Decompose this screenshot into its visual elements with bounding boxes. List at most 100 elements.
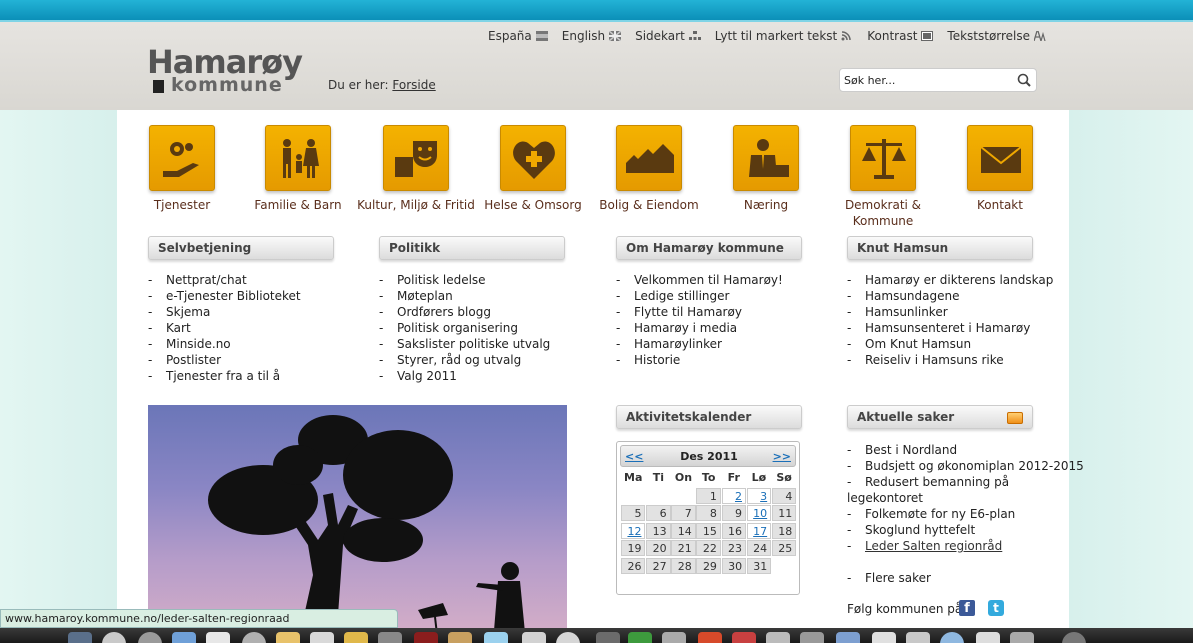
- category-tile[interactable]: [265, 125, 331, 191]
- list-item[interactable]: - Flytte til Hamarøy: [616, 304, 783, 320]
- calendar-day-link[interactable]: 17: [746, 522, 772, 539]
- list-item[interactable]: - Hamsundagene: [847, 288, 1053, 304]
- category-tile[interactable]: [616, 125, 682, 191]
- dock-app-icon[interactable]: [976, 632, 1000, 643]
- list-item[interactable]: - Skoglund hyttefelt: [847, 522, 1084, 538]
- dock-app-icon[interactable]: [906, 632, 930, 643]
- category-demokrati[interactable]: Demokrati & Kommune: [823, 125, 943, 229]
- category-tile[interactable]: [500, 125, 566, 191]
- dock-app-icon[interactable]: [378, 632, 402, 643]
- nav-english[interactable]: English: [562, 28, 622, 44]
- list-item[interactable]: - Best i Nordland: [847, 442, 1084, 458]
- list-item[interactable]: - Hamarøylinker: [616, 336, 783, 352]
- list-item[interactable]: - Hamsunlinker: [847, 304, 1053, 320]
- category-bolig[interactable]: Bolig & Eiendom: [589, 125, 709, 213]
- dock-app-icon[interactable]: [698, 632, 722, 643]
- dock-app-icon[interactable]: [242, 632, 266, 643]
- list-item[interactable]: - Postlister: [148, 352, 301, 368]
- dock-app-icon[interactable]: [800, 632, 824, 643]
- list-item[interactable]: - Politisk ledelse: [379, 272, 550, 288]
- dock-app-icon[interactable]: [310, 632, 334, 643]
- list-item[interactable]: - Velkommen til Hamarøy!: [616, 272, 783, 288]
- list-item[interactable]: - Hamarøy er dikterens landskap: [847, 272, 1053, 288]
- dock-app-icon[interactable]: [522, 632, 546, 643]
- facebook-icon[interactable]: f: [959, 600, 975, 616]
- list-item[interactable]: - Styrer, råd og utvalg: [379, 352, 550, 368]
- calendar-day: 26: [621, 557, 646, 574]
- list-item[interactable]: - Hamarøy i media: [616, 320, 783, 336]
- site-logo[interactable]: Hamarøy kommune: [147, 46, 309, 96]
- list-item[interactable]: - Reiseliv i Hamsuns rike: [847, 352, 1053, 368]
- more-news-link[interactable]: - Flere saker: [847, 570, 1084, 586]
- category-tile[interactable]: [383, 125, 449, 191]
- dock-app-icon[interactable]: [662, 632, 686, 643]
- rss-icon[interactable]: [1007, 412, 1023, 424]
- dock-app-icon[interactable]: [940, 632, 964, 643]
- twitter-icon[interactable]: t: [988, 600, 1004, 616]
- dock-app-icon[interactable]: [484, 632, 508, 643]
- dock-app-icon[interactable]: [596, 632, 620, 643]
- list-item[interactable]: - e-Tjenester Biblioteket: [148, 288, 301, 304]
- list-item[interactable]: - Nettprat/chat: [148, 272, 301, 288]
- list-item[interactable]: - Tjenester fra a til å: [148, 368, 301, 384]
- feature-photo[interactable]: [148, 405, 567, 643]
- category-tile[interactable]: [733, 125, 799, 191]
- list-item[interactable]: - Møteplan: [379, 288, 550, 304]
- calendar-next-link[interactable]: >>: [773, 450, 791, 463]
- dock-app-icon[interactable]: [872, 632, 896, 643]
- list-item[interactable]: - Minside.no: [148, 336, 301, 352]
- list-item[interactable]: - Redusert bemanning på: [847, 474, 1084, 490]
- list-item[interactable]: - Leder Salten regionråd: [847, 538, 1084, 554]
- list-item[interactable]: - Ordførers blogg: [379, 304, 550, 320]
- category-kontakt[interactable]: Kontakt: [940, 125, 1060, 213]
- dock-app-icon[interactable]: [836, 632, 860, 643]
- nav-lytt[interactable]: Lytt til markert tekst: [715, 28, 853, 44]
- nav-sidekart[interactable]: Sidekart: [635, 28, 701, 44]
- category-kultur[interactable]: Kultur, Miljø & Fritid: [356, 125, 476, 213]
- search-input[interactable]: [844, 72, 1014, 88]
- dock-app-icon[interactable]: [1010, 632, 1034, 643]
- category-tile[interactable]: [149, 125, 215, 191]
- dock-app-icon[interactable]: [206, 632, 230, 643]
- dock-app-icon[interactable]: [102, 632, 126, 643]
- dock-app-icon[interactable]: [628, 632, 652, 643]
- nav-kontrast[interactable]: Kontrast: [867, 28, 934, 44]
- dock-app-icon[interactable]: [732, 632, 756, 643]
- search-icon[interactable]: [1017, 73, 1031, 87]
- calendar-day-link[interactable]: 3: [746, 487, 772, 504]
- category-tile[interactable]: [967, 125, 1033, 191]
- dock-app-icon[interactable]: [414, 632, 438, 643]
- list-item[interactable]: - Historie: [616, 352, 783, 368]
- category-naering[interactable]: Næring: [706, 125, 826, 213]
- list-item[interactable]: - Kart: [148, 320, 301, 336]
- list-item[interactable]: - Folkemøte for ny E6-plan: [847, 506, 1084, 522]
- breadcrumb-home-link[interactable]: Forside: [392, 78, 435, 92]
- dock-app-icon[interactable]: [68, 632, 92, 643]
- calendar-day-link[interactable]: 2: [721, 487, 746, 504]
- list-item[interactable]: - Sakslister politiske utvalg: [379, 336, 550, 352]
- category-tile[interactable]: [850, 125, 916, 191]
- dock-app-icon[interactable]: [766, 632, 790, 643]
- dock-app-icon[interactable]: [448, 632, 472, 643]
- list-item[interactable]: - Hamsunsenteret i Hamarøy: [847, 320, 1053, 336]
- dock-app-icon[interactable]: [1062, 632, 1086, 643]
- nav-tekststorrelse[interactable]: Tekststørrelse: [947, 28, 1046, 44]
- category-helse[interactable]: Helse & Omsorg: [473, 125, 593, 213]
- category-tjenester[interactable]: Tjenester: [122, 125, 242, 213]
- list-item[interactable]: - Ledige stillinger: [616, 288, 783, 304]
- dock-app-icon[interactable]: [556, 632, 580, 643]
- list-item[interactable]: - Skjema: [148, 304, 301, 320]
- calendar-day-link[interactable]: 12: [621, 522, 646, 539]
- dock-app-icon[interactable]: [172, 632, 196, 643]
- list-item[interactable]: - Politisk organisering: [379, 320, 550, 336]
- list-item-continuation[interactable]: legekontoret: [847, 490, 1084, 506]
- dock-app-icon[interactable]: [276, 632, 300, 643]
- nav-espana[interactable]: España: [488, 28, 548, 44]
- dock-app-icon[interactable]: [344, 632, 368, 643]
- dock-app-icon[interactable]: [138, 632, 162, 643]
- list-item[interactable]: - Budsjett og økonomiplan 2012-2015: [847, 458, 1084, 474]
- calendar-day-link[interactable]: 10: [746, 505, 772, 521]
- list-item[interactable]: - Valg 2011: [379, 368, 550, 384]
- list-item[interactable]: - Om Knut Hamsun: [847, 336, 1053, 352]
- category-familie[interactable]: Familie & Barn: [238, 125, 358, 213]
